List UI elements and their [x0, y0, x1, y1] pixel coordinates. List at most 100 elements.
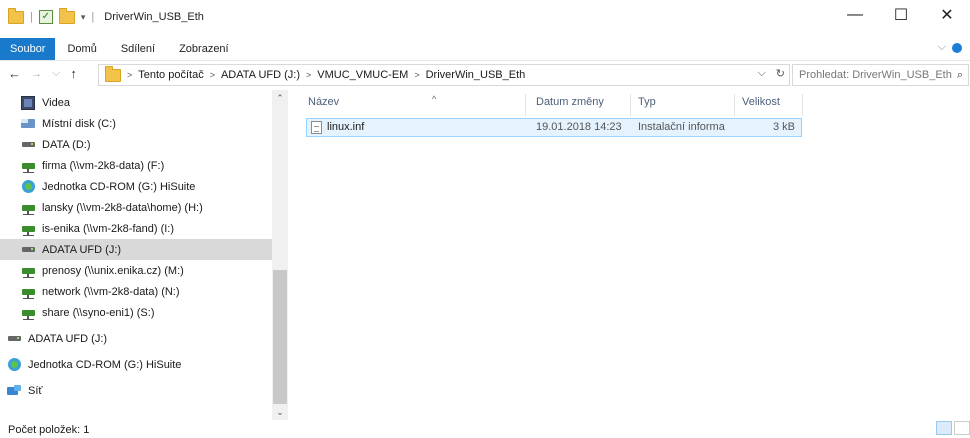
breadcrumb-drive[interactable]: ADATA UFD (J:)	[221, 69, 300, 81]
nav-item-data-d[interactable]: DATA (D:)	[0, 134, 272, 155]
nav-item-lansky-h[interactable]: lansky (\\vm-2k8-data\home) (H:)	[0, 197, 272, 218]
nav-item-prenosy-m[interactable]: prenosy (\\unix.enika.cz) (M:)	[0, 260, 272, 281]
network-drive-icon	[21, 309, 35, 320]
folder-icon	[105, 65, 121, 82]
chevron-right-icon[interactable]: >	[127, 70, 132, 80]
properties-icon[interactable]: ✓	[38, 10, 53, 24]
chevron-right-icon[interactable]: >	[210, 70, 215, 80]
minimize-button[interactable]: —	[832, 0, 878, 30]
nav-item-adata-j[interactable]: ADATA UFD (J:)	[0, 239, 272, 260]
separator: |	[30, 11, 33, 23]
network-drive-icon	[21, 267, 35, 278]
details-view-icon[interactable]	[936, 421, 952, 435]
breadcrumb-folder[interactable]: VMUC_VMUC-EM	[317, 69, 408, 81]
column-header-type[interactable]: Typ	[638, 96, 656, 114]
nav-item-label: ADATA UFD (J:)	[28, 332, 108, 345]
nav-item-local-disk-c[interactable]: Místní disk (C:)	[0, 113, 272, 134]
separator: |	[91, 11, 95, 23]
file-row[interactable]: linux.inf 19.01.2018 14:23 Instalační in…	[306, 118, 802, 137]
close-button[interactable]: ✕	[924, 0, 970, 30]
nav-item-label: Síť	[28, 384, 43, 397]
nav-item-adata-j-root[interactable]: ADATA UFD (J:)	[0, 328, 272, 349]
column-divider[interactable]	[802, 94, 803, 116]
maximize-button[interactable]: ☐	[878, 0, 924, 30]
column-divider[interactable]	[525, 94, 526, 116]
nav-item-label: firma (\\vm-2k8-data) (F:)	[42, 159, 165, 172]
large-icons-view-icon[interactable]	[954, 421, 970, 435]
cd-drive-icon	[7, 358, 21, 371]
nav-item-label: prenosy (\\unix.enika.cz) (M:)	[42, 264, 184, 277]
column-header-label: Název	[308, 96, 340, 108]
ribbon: Soubor Domů Sdílení Zobrazení ⌵	[0, 38, 970, 61]
refresh-icon[interactable]: ↻	[776, 67, 785, 80]
address-dropdown-icon[interactable]: ⌵	[757, 67, 765, 80]
address-actions: ⌵ ↻	[757, 67, 785, 80]
scroll-up-button[interactable]: ⌃	[272, 90, 288, 106]
file-size: 3 kB	[772, 121, 795, 133]
scroll-thumb[interactable]	[273, 270, 287, 404]
search-icon[interactable]: ⌕	[952, 69, 968, 82]
cd-drive-icon	[21, 180, 35, 193]
quick-access-toolbar: | ✓ ▾ | DriverWin_USB_Eth	[8, 7, 204, 24]
inf-file-icon	[311, 121, 322, 134]
back-button[interactable]: ←	[8, 66, 21, 81]
video-icon	[21, 95, 35, 110]
address-bar[interactable]: > Tento počítač > ADATA UFD (J:) > VMUC_…	[98, 64, 790, 86]
window-title: DriverWin_USB_Eth	[104, 11, 204, 23]
help-icon[interactable]	[952, 42, 962, 53]
breadcrumb-this-pc[interactable]: Tento počítač	[138, 69, 203, 81]
up-button[interactable]: ↑	[70, 66, 77, 81]
navigation-buttons: ← → ⌵ ↑	[8, 66, 77, 81]
nav-item-label: Videa	[42, 96, 70, 109]
nav-item-network[interactable]: Síť	[0, 380, 272, 401]
nav-item-label: network (\\vm-2k8-data) (N:)	[42, 285, 180, 298]
recent-locations-button[interactable]: ⌵	[52, 67, 60, 80]
search-input[interactable]: Prohledat: DriverWin_USB_Eth ⌕	[792, 64, 969, 86]
column-header-date[interactable]: Datum změny	[536, 96, 604, 114]
column-header-size[interactable]: Velikost	[742, 96, 780, 114]
column-divider[interactable]	[630, 94, 631, 116]
network-drive-icon	[21, 288, 35, 299]
forward-button[interactable]: →	[31, 68, 42, 80]
nav-scrollbar[interactable]: ⌃ ⌄	[272, 90, 288, 420]
nav-item-is-enika-i[interactable]: is-enika (\\vm-2k8-fand) (I:)	[0, 218, 272, 239]
nav-item-label: share (\\syno-eni1) (S:)	[42, 306, 155, 319]
file-type: Instalační informa	[638, 121, 725, 133]
network-icon	[6, 385, 22, 396]
drive-icon	[21, 247, 35, 252]
chevron-right-icon[interactable]: >	[414, 70, 419, 80]
address-row: ← → ⌵ ↑ > Tento počítač > ADATA UFD (J:)…	[0, 62, 970, 88]
new-folder-icon[interactable]	[58, 7, 75, 24]
system-drive-icon	[21, 119, 35, 128]
scroll-down-button[interactable]: ⌄	[272, 404, 288, 420]
tab-file[interactable]: Soubor	[0, 38, 56, 60]
tab-share[interactable]: Sdílení	[109, 38, 167, 60]
nav-item-share-s[interactable]: share (\\syno-eni1) (S:)	[0, 302, 272, 323]
title-bar: | ✓ ▾ | DriverWin_USB_Eth — ☐ ✕	[0, 0, 970, 38]
tab-home[interactable]: Domů	[55, 38, 108, 60]
folder-icon	[8, 7, 24, 24]
nav-item-label: DATA (D:)	[42, 138, 91, 151]
nav-item-label: ADATA UFD (J:)	[42, 243, 122, 256]
nav-item-network-n[interactable]: network (\\vm-2k8-data) (N:)	[0, 281, 272, 302]
nav-item-cdrom-g[interactable]: Jednotka CD-ROM (G:) HiSuite	[0, 176, 272, 197]
customize-toolbar-icon[interactable]: ▾	[81, 12, 86, 23]
breadcrumb-current[interactable]: DriverWin_USB_Eth	[426, 69, 526, 81]
column-divider[interactable]	[734, 94, 735, 116]
network-drive-icon	[21, 225, 35, 236]
expand-ribbon-icon[interactable]: ⌵	[938, 41, 946, 54]
nav-item-videos[interactable]: Videa	[0, 92, 272, 113]
column-header-name[interactable]: Název ^	[308, 94, 436, 114]
navigation-pane: Videa Místní disk (C:) DATA (D:) firma (…	[0, 90, 288, 420]
nav-item-firma-f[interactable]: firma (\\vm-2k8-data) (F:)	[0, 155, 272, 176]
nav-item-cdrom-g-root[interactable]: Jednotka CD-ROM (G:) HiSuite	[0, 354, 272, 375]
nav-item-label: is-enika (\\vm-2k8-fand) (I:)	[42, 222, 175, 235]
tab-view[interactable]: Zobrazení	[167, 38, 241, 60]
network-drive-icon	[21, 162, 35, 173]
drive-icon	[21, 142, 35, 147]
ribbon-right: ⌵	[938, 41, 962, 54]
nav-item-label: lansky (\\vm-2k8-data\home) (H:)	[42, 201, 203, 214]
file-list: Název ^ Datum změny Typ Velikost linux.i…	[290, 90, 970, 420]
nav-item-label: Místní disk (C:)	[42, 117, 116, 130]
chevron-right-icon[interactable]: >	[306, 70, 311, 80]
